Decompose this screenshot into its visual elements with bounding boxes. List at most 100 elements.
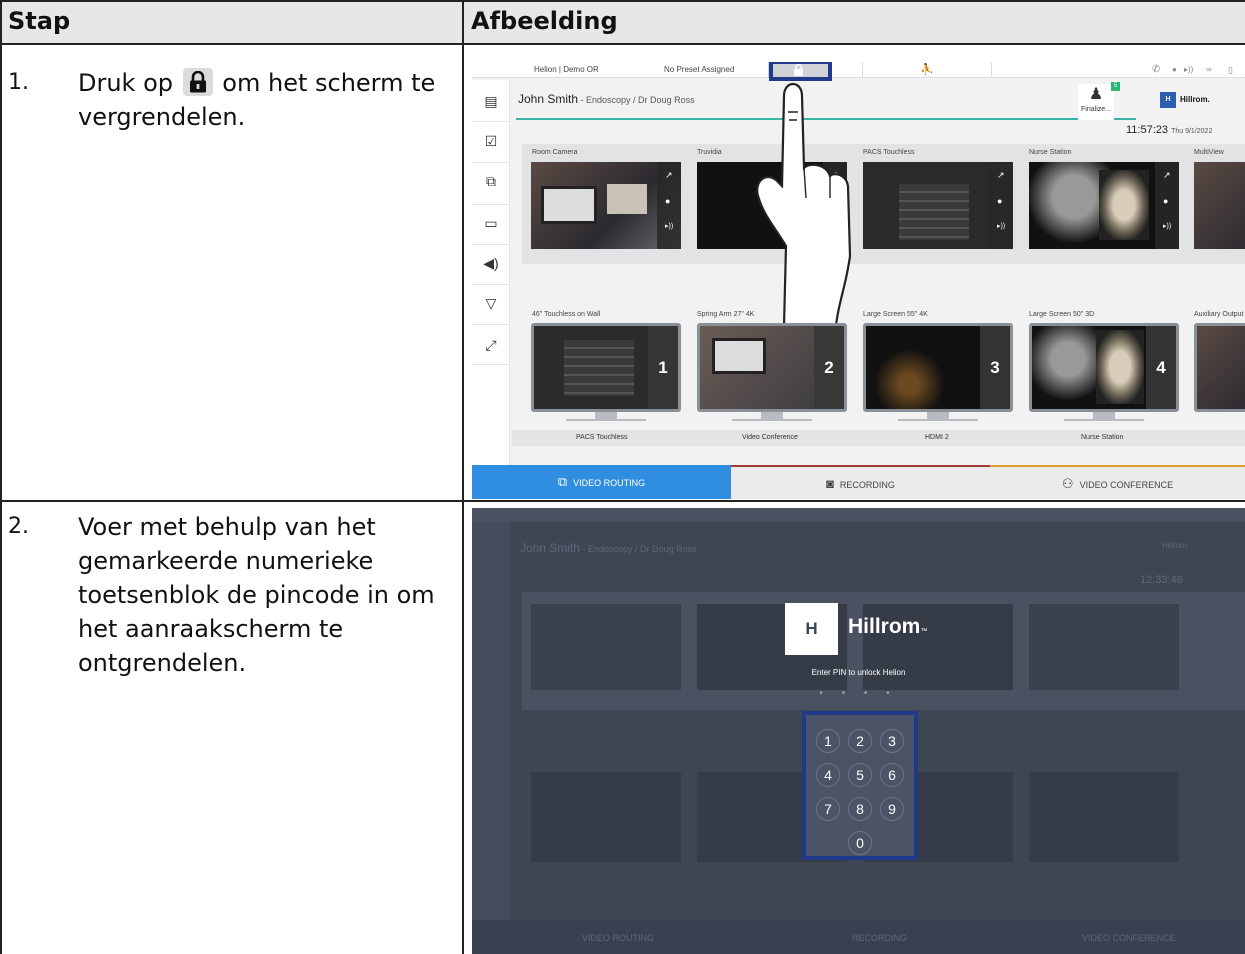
staff-icon: ⛹ (920, 64, 934, 76)
header-step: Stap (8, 7, 71, 35)
source-label: MultiView (1194, 149, 1224, 156)
key-3[interactable]: 3 (880, 729, 904, 753)
source-label: Room Camera (532, 149, 578, 156)
thumbnail-image (899, 184, 969, 240)
monitor-stand (1064, 419, 1144, 421)
step-2-text: Voer met behulp van het gemarkeerde nume… (78, 513, 435, 677)
header-image: Afbeelding (471, 7, 618, 35)
record-dot-icon: ● (1172, 65, 1177, 74)
monitor-number: 3 (980, 326, 1010, 409)
destination-monitor-5[interactable] (1194, 323, 1245, 412)
source-thumbnail-pacs[interactable]: ↗ ● ▸)) (863, 162, 1013, 249)
record-icon[interactable]: ● (997, 196, 1002, 206)
phone-icon[interactable]: ✆ (1152, 62, 1160, 78)
sidebar-divider (472, 324, 510, 325)
source-controls: ↗ ● ▸)) (989, 162, 1013, 249)
finalize-button[interactable]: ♟ Finalize... 5 (1078, 82, 1120, 120)
assigned-source: PACS Touchless (576, 434, 628, 441)
expand-icon[interactable]: ↗ (665, 170, 673, 181)
thumbnail-image (541, 186, 597, 224)
ghost-sidebar (472, 522, 510, 920)
table-border-header (0, 43, 1245, 45)
expand-icon[interactable]: ↗ (1163, 170, 1171, 181)
table-header: Stap Afbeelding (0, 0, 1245, 43)
source-thumbnail-multiview[interactable] (1194, 162, 1245, 249)
battery-icon: ▯ (1228, 65, 1233, 75)
lock-icon (182, 68, 213, 96)
ghost-brand: Hillrom (1162, 541, 1187, 550)
destination-label: 46" Touchless on Wall (532, 311, 601, 318)
assigned-source: Nurse Station (1081, 434, 1124, 441)
audio-icon[interactable]: ▸)) (997, 222, 1005, 230)
key-0[interactable]: 0 (848, 831, 872, 855)
hillrom-wordmark: Hillrom™ (848, 615, 927, 639)
checklist-icon[interactable]: ☑ (481, 132, 501, 150)
tab-recording[interactable]: ◙ RECORDING (731, 465, 990, 499)
destination-monitor-1[interactable]: 1 (531, 323, 681, 412)
sidebar-divider (472, 204, 510, 205)
monitor-stand (732, 419, 812, 421)
surgical-light-icon[interactable]: ▽ (481, 294, 501, 312)
sidebar-divider (472, 121, 510, 122)
key-4[interactable]: 4 (816, 763, 840, 787)
key-8[interactable]: 8 (848, 797, 872, 821)
expand-icon[interactable]: ↗ (997, 170, 1005, 181)
ghost-patient: John Smith - Endoscopy / Dr Doug Ross (520, 541, 697, 555)
key-6[interactable]: 6 (880, 763, 904, 787)
patient-card-icon[interactable]: ▤ (481, 92, 501, 110)
key-7[interactable]: 7 (816, 797, 840, 821)
record-icon[interactable]: ● (665, 196, 670, 206)
destination-monitor-2[interactable]: 2 (697, 323, 847, 412)
clock: 11:57:23 Thu 9/1/2022 (1126, 124, 1212, 136)
table-border-row (0, 500, 1245, 502)
sidebar-divider (472, 162, 510, 163)
ghost-patient-name: John Smith (520, 541, 581, 555)
patient-header: John Smith - Endoscopy / Dr Doug Ross (518, 92, 695, 106)
tab-video-routing[interactable]: ⧉ VIDEO ROUTING (472, 465, 731, 499)
clock-time: 11:57:23 (1126, 124, 1169, 136)
key-1[interactable]: 1 (816, 729, 840, 753)
user-check-icon: ♟ (1088, 86, 1104, 103)
audio-icon[interactable]: ▸)) (665, 222, 673, 230)
volume-icon[interactable]: ◀) (481, 254, 501, 272)
camera-control-icon[interactable]: ⤢ (481, 336, 501, 354)
sidebar-divider (472, 284, 510, 285)
trademark: ™ (920, 628, 928, 635)
key-9[interactable]: 9 (880, 797, 904, 821)
source-thumbnail-room-camera[interactable]: ↗ ● ▸)) (531, 162, 681, 249)
destination-monitor-4[interactable]: 4 (1029, 323, 1179, 412)
audio-icon[interactable]: ▸)) (1163, 222, 1171, 230)
clock-date: Thu 9/1/2022 (1171, 128, 1213, 135)
source-thumbnail-nurse-station[interactable]: ↗ ● ▸)) (1029, 162, 1179, 249)
source-label: Truvidia (697, 149, 722, 156)
mode-tabs: ⧉ VIDEO ROUTING ◙ RECORDING ⚇ VIDEO CONFERE… (472, 465, 1245, 499)
monitor-stand (1093, 412, 1115, 419)
hillrom-wordmark: Hillrom. (1180, 95, 1210, 105)
patient-detail: - Endoscopy / Dr Doug Ross (578, 95, 695, 105)
tab-label: VIDEO CONFERENCE (1079, 480, 1174, 490)
sidebar: ▤ ☑ ⧉ ▭ ◀) ▽ ⤢ (472, 80, 510, 465)
notification-badge: 5 (1111, 82, 1120, 91)
monitor-stand (566, 419, 646, 421)
destination-monitor-3[interactable]: 3 (863, 323, 1013, 412)
key-5[interactable]: 5 (848, 763, 872, 787)
ghost-clock: 12:33:46 (1140, 574, 1183, 586)
record-icon[interactable]: ● (1163, 196, 1168, 206)
step-2-number: 2. (8, 514, 29, 539)
monitor-stand (927, 412, 949, 419)
destination-label: Auxiliary Output (1194, 311, 1244, 318)
table-border-left (0, 0, 2, 954)
tab-label: VIDEO ROUTING (573, 478, 646, 488)
pin-entry-dots: • • • • (819, 688, 898, 699)
monitor-stand (595, 412, 617, 419)
thumbnail-image (1096, 330, 1144, 404)
link-icon: ∞ (1206, 65, 1212, 74)
display-icon[interactable]: ▭ (481, 214, 501, 232)
monitor-number: 2 (814, 326, 844, 409)
layout-icon[interactable]: ⧉ (481, 172, 501, 190)
monitor-number: 1 (648, 326, 678, 409)
tab-video-conference[interactable]: ⚇ VIDEO CONFERENCE (990, 465, 1245, 499)
key-2[interactable]: 2 (848, 729, 872, 753)
staff-button[interactable]: ⛹ (862, 62, 992, 78)
monitor-stand (761, 412, 783, 419)
